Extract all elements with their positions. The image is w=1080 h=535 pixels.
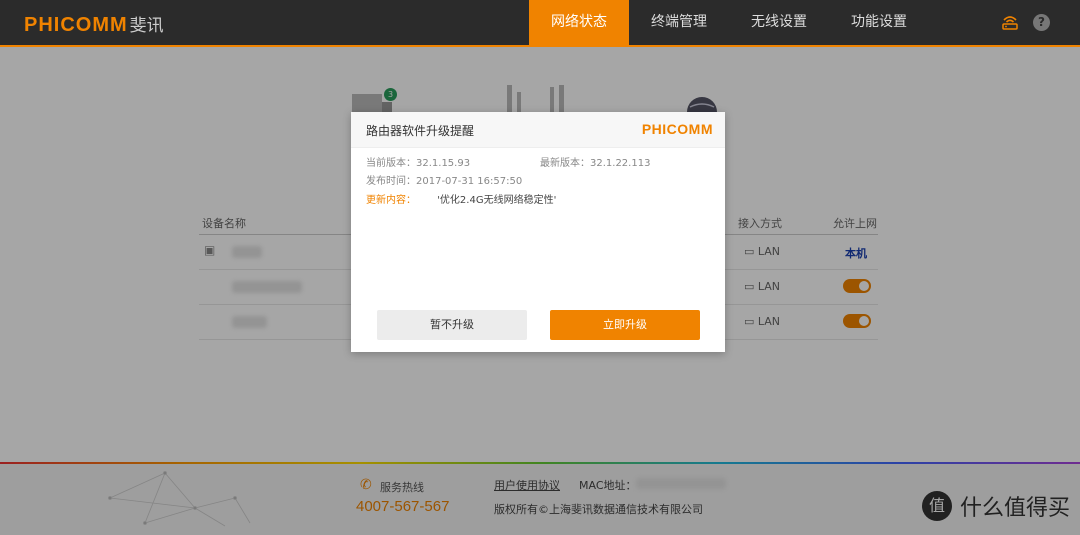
wifi-router-icon[interactable] bbox=[1001, 13, 1019, 31]
top-icons: ? bbox=[1001, 13, 1050, 31]
changes-label: 更新内容： bbox=[366, 195, 416, 206]
release-time-line: 发布时间：2017-07-31 16:57:50 bbox=[366, 172, 522, 187]
dialog-header: 路由器软件升级提醒 PHICOMM bbox=[351, 112, 725, 148]
nav-function-settings[interactable]: 功能设置 bbox=[829, 0, 929, 45]
release-time-value: 2017-07-31 16:57:50 bbox=[416, 176, 523, 187]
phicomm-logo: PHICOMM 斐讯 bbox=[24, 11, 164, 37]
nav-network-status[interactable]: 网络状态 bbox=[529, 0, 629, 45]
upgrade-now-button[interactable]: 立即升级 bbox=[550, 310, 700, 340]
logo-cn: 斐讯 bbox=[129, 16, 164, 35]
main-nav: 网络状态 终端管理 无线设置 功能设置 bbox=[529, 0, 929, 45]
current-version-line: 当前版本：32.1.15.93 bbox=[366, 154, 470, 169]
upgrade-dialog: 路由器软件升级提醒 PHICOMM 当前版本：32.1.15.93 最新版本：3… bbox=[351, 112, 725, 352]
nav-terminal-management[interactable]: 终端管理 bbox=[629, 0, 729, 45]
latest-version-line: 最新版本：32.1.22.113 bbox=[540, 154, 650, 169]
dialog-logo: PHICOMM bbox=[641, 121, 713, 137]
current-version-label: 当前版本： bbox=[366, 158, 416, 169]
changes-text: '优化2.4G无线网络稳定性' bbox=[437, 195, 557, 206]
current-version-value: 32.1.15.93 bbox=[416, 158, 471, 169]
release-time-label: 发布时间： bbox=[366, 176, 416, 187]
logo-text: PHICOMM bbox=[24, 14, 128, 36]
latest-version-label: 最新版本： bbox=[540, 158, 590, 169]
nav-wireless-settings[interactable]: 无线设置 bbox=[729, 0, 829, 45]
changes-line: 更新内容： '优化2.4G无线网络稳定性' bbox=[366, 191, 556, 206]
latest-version-value: 32.1.22.113 bbox=[590, 158, 651, 169]
dialog-title: 路由器软件升级提醒 bbox=[366, 124, 475, 138]
help-icon[interactable]: ? bbox=[1033, 13, 1050, 31]
later-button[interactable]: 暂不升级 bbox=[377, 310, 527, 340]
top-bar: PHICOMM 斐讯 网络状态 终端管理 无线设置 功能设置 ? bbox=[0, 0, 1080, 47]
